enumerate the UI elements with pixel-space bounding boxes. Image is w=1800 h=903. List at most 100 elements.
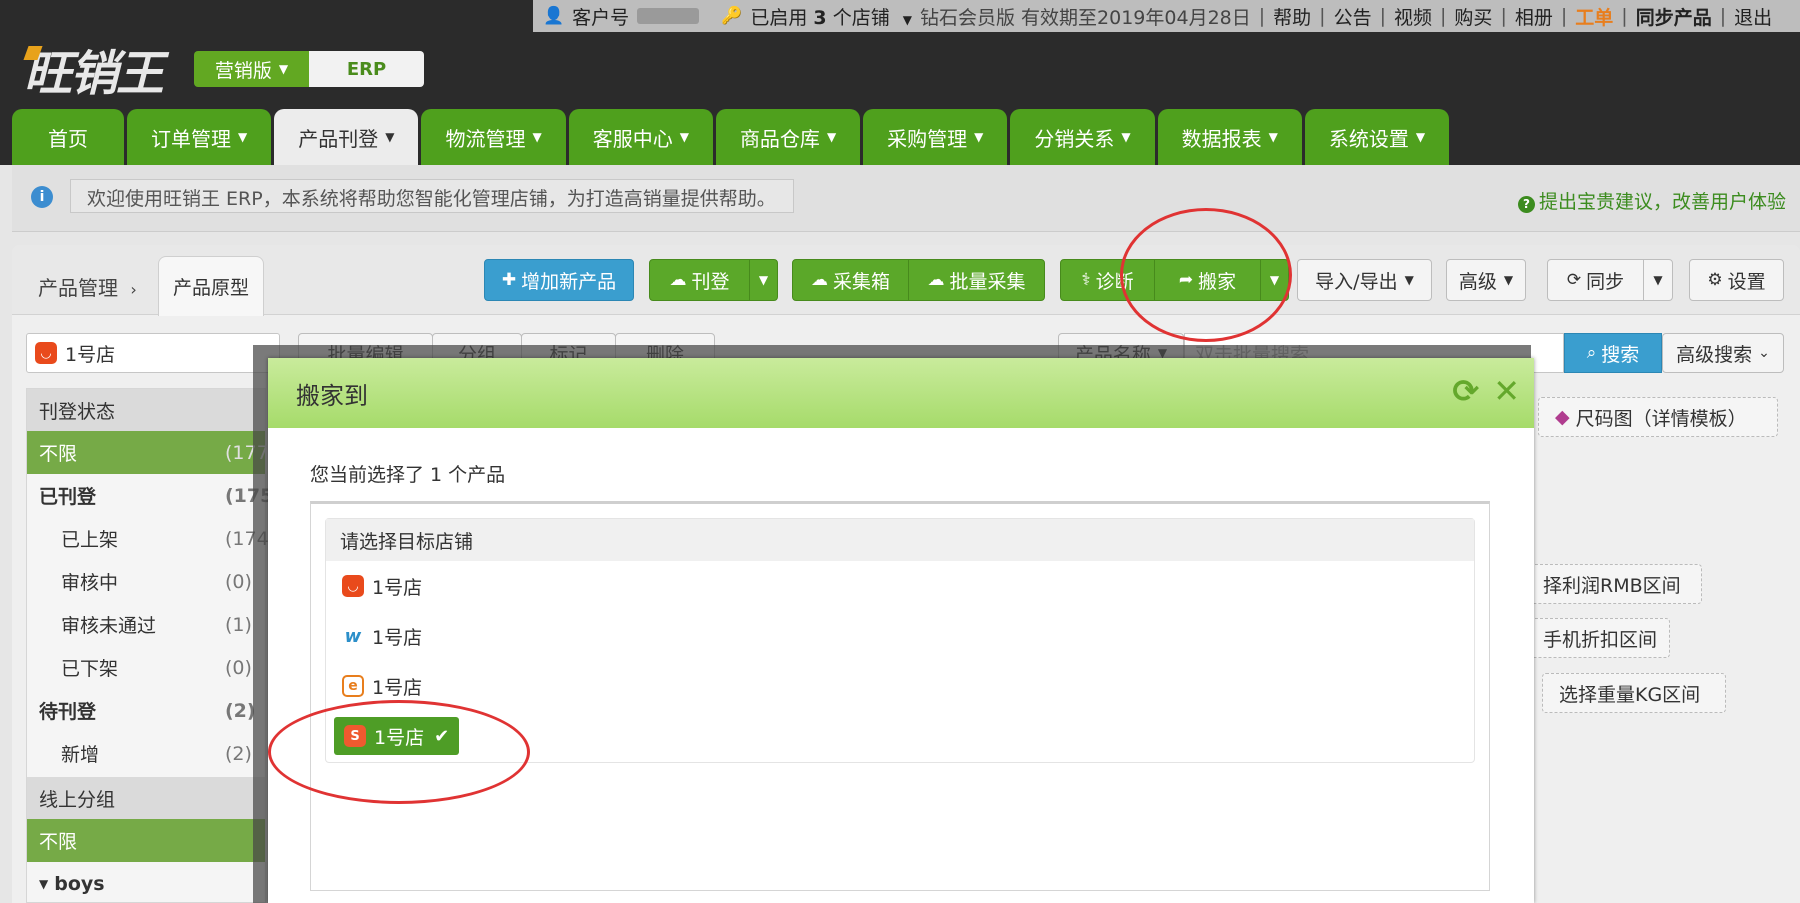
chevron-down-icon: ▼: [385, 130, 395, 144]
group-label: boys: [54, 872, 105, 895]
discount-range-filter[interactable]: 手机折扣区间: [1526, 618, 1670, 658]
size-chart-label: 尺码图（详情模板）: [1575, 407, 1747, 430]
selection-count-text: 您当前选择了 1 个产品: [310, 464, 506, 486]
collect-box-button[interactable]: ☁ 采集箱: [792, 259, 909, 301]
notice-bar: i 欢迎使用旺销王 ERP，本系统将帮助您智能化管理店铺，为打造高销量提供帮助。…: [12, 165, 1800, 232]
nav-tab-home[interactable]: 首页: [12, 109, 124, 165]
nav-tab-listing[interactable]: 产品刊登 ▼: [274, 109, 419, 165]
batch-collect-button[interactable]: ☁ 批量采集: [908, 259, 1045, 301]
size-chart-tag[interactable]: ◆ 尺码图（详情模板）: [1538, 397, 1778, 437]
settings-button[interactable]: ⚙ 设置: [1689, 259, 1784, 301]
nav-tab-service[interactable]: 客服中心 ▼: [568, 109, 713, 165]
double-chevron-down-icon: ⌄: [1758, 345, 1770, 361]
main-nav: 首页 订单管理 ▼ 产品刊登 ▼ 物流管理 ▼ 客服中心 ▼ 商品仓库 ▼ 采购管理 ▼ 分…: [12, 109, 1450, 165]
status-count: (0): [225, 570, 252, 593]
advanced-label: 高级: [1458, 270, 1497, 293]
refresh-icon[interactable]: ⟳: [1452, 374, 1479, 408]
status-count: (2): [225, 742, 252, 765]
advanced-search-button[interactable]: 高级搜索 ⌄: [1662, 333, 1784, 373]
chevron-down-icon: ▼: [278, 62, 289, 76]
announcement-link[interactable]: 公告: [1334, 3, 1372, 30]
taobao-icon: ◡: [35, 342, 57, 364]
sync-button[interactable]: ⟳ 同步: [1547, 259, 1644, 301]
nav-label: 产品刊登: [298, 126, 379, 151]
status-item-reviewing[interactable]: 审核中 (0): [27, 560, 265, 603]
app-header: 👤 客户号 🔑 已启用 3 个店铺 ▼ 钻石会员版 有效期至2019年04月28…: [0, 0, 1800, 165]
divider: |: [1621, 5, 1628, 27]
status-item-all[interactable]: 不限 (177): [27, 431, 276, 474]
store-select[interactable]: ◡ 1号店: [26, 333, 280, 373]
nav-label: 物流管理: [445, 126, 526, 151]
nav-tab-purchase[interactable]: 采购管理 ▼: [863, 109, 1008, 165]
chevron-down-icon: ▼: [1415, 130, 1426, 144]
divider: |: [1440, 5, 1447, 27]
nav-tab-warehouse[interactable]: 商品仓库 ▼: [715, 109, 861, 165]
logo-text: 旺销王: [24, 46, 164, 102]
breadcrumb-root[interactable]: 产品管理: [38, 276, 118, 300]
divider: |: [1500, 5, 1507, 27]
nav-tab-distribution[interactable]: 分销关系 ▼: [1010, 109, 1155, 165]
sync-dropdown-button[interactable]: ▼: [1643, 259, 1673, 301]
nav-tab-settings[interactable]: 系统设置 ▼: [1304, 109, 1450, 165]
store-option-aliexpress[interactable]: e 1号店: [326, 661, 1474, 711]
add-product-button[interactable]: ✚ 增加新产品: [484, 259, 634, 301]
nav-tab-logistics[interactable]: 物流管理 ▼: [421, 109, 566, 165]
enabled-stores[interactable]: 已启用 3 个店铺 ▼: [750, 3, 912, 30]
import-export-button[interactable]: 导入/导出 ▼: [1297, 259, 1432, 301]
membership-info: 钻石会员版 有效期至2019年04月28日: [920, 6, 1251, 29]
store-option-label: 1号店: [372, 626, 423, 649]
album-link[interactable]: 相册: [1515, 3, 1553, 30]
group-item-all[interactable]: 不限: [27, 819, 265, 862]
top-bar: 👤 客户号 🔑 已启用 3 个店铺 ▼ 钻石会员版 有效期至2019年04月28…: [533, 0, 1800, 32]
sync-product-link[interactable]: 同步产品: [1636, 3, 1712, 30]
nav-label: 分销关系: [1034, 126, 1115, 151]
info-icon: i: [31, 186, 53, 208]
store-count: 3: [813, 6, 827, 29]
group-item-boys[interactable]: ▼ boys: [27, 862, 265, 903]
feedback-link[interactable]: ? 提出宝贵建议，改善用户体验: [1517, 187, 1786, 214]
status-item-on-shelf[interactable]: 已上架 (174): [27, 517, 276, 560]
chevron-down-icon: ▼: [758, 273, 769, 287]
tab-product-prototype[interactable]: 产品原型: [158, 256, 264, 316]
help-link[interactable]: 帮助: [1273, 3, 1311, 30]
marketing-version-button[interactable]: 营销版 ▼: [194, 51, 309, 87]
publish-dropdown-button[interactable]: ▼: [749, 259, 778, 301]
tag-icon: ◆: [1555, 406, 1570, 428]
status-item-rejected[interactable]: 审核未通过 (1): [27, 603, 265, 646]
profit-range-label: 择利润RMB区间: [1543, 574, 1681, 597]
status-item-new[interactable]: 新增 (2): [27, 732, 265, 775]
logout-link[interactable]: 退出: [1734, 3, 1772, 30]
status-item-off-shelf[interactable]: 已下架 (0): [27, 646, 265, 689]
advanced-button[interactable]: 高级 ▼: [1446, 259, 1526, 301]
store-option-wish[interactable]: w 1号店: [326, 611, 1474, 661]
stethoscope-icon: ⚕: [1081, 270, 1091, 290]
import-export-label: 导入/导出: [1315, 270, 1398, 293]
store-option-taobao[interactable]: ◡ 1号店: [326, 561, 1474, 611]
advanced-search-label: 高级搜索: [1676, 343, 1753, 366]
erp-version-button[interactable]: ERP: [309, 51, 424, 87]
nav-tab-reports[interactable]: 数据报表 ▼: [1157, 109, 1302, 165]
cloud-download-icon: ☁: [810, 270, 828, 290]
purchase-link[interactable]: 购买: [1454, 3, 1492, 30]
target-store-box: 请选择目标店铺 ◡ 1号店 w 1号店 e 1号店 S 1号店 ✔: [310, 501, 1490, 891]
work-order-link[interactable]: 工单: [1575, 3, 1613, 30]
status-count: (1): [225, 613, 252, 636]
search-label: 搜索: [1601, 343, 1640, 366]
app-logo[interactable]: 旺销王: [23, 34, 164, 104]
weight-range-filter[interactable]: 选择重量KG区间: [1542, 673, 1726, 713]
profit-range-filter[interactable]: 择利润RMB区间: [1526, 564, 1702, 604]
target-store-header: 请选择目标店铺: [326, 519, 1474, 561]
status-item-published[interactable]: 已刊登(175): [27, 474, 282, 517]
nav-tab-orders[interactable]: 订单管理 ▼: [127, 109, 272, 165]
publish-button[interactable]: ☁ 刊登: [649, 259, 750, 301]
key-icon: 🔑: [721, 6, 743, 26]
status-item-pending[interactable]: 待刊登 (2): [27, 689, 265, 732]
close-icon[interactable]: ✕: [1493, 374, 1520, 408]
chevron-right-icon: ›: [130, 280, 137, 299]
video-link[interactable]: 视频: [1394, 3, 1432, 30]
nav-label: 系统设置: [1328, 126, 1409, 151]
status-label: 已下架: [61, 658, 119, 680]
search-button[interactable]: ⌕ 搜索: [1564, 333, 1662, 373]
annotation-oval-move-button: [1120, 208, 1292, 342]
wish-icon: w: [342, 625, 364, 647]
